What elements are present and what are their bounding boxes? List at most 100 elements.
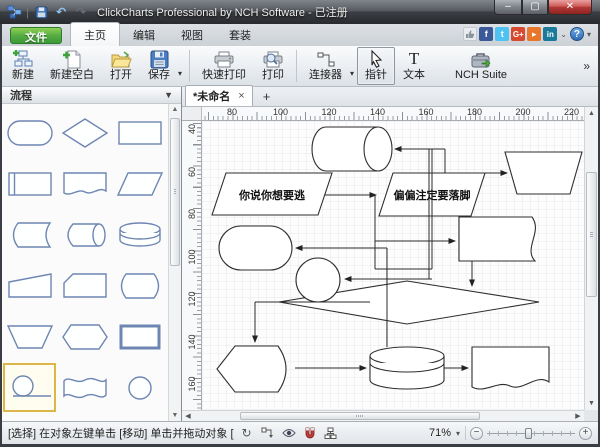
magnet-snap-icon[interactable] (302, 425, 318, 441)
pointer-button[interactable]: 指针 (357, 47, 395, 85)
new-blank-button[interactable]: 新建空白 (42, 47, 102, 85)
app-logo-icon (6, 4, 22, 20)
shape-paper-tape[interactable] (57, 362, 112, 413)
shape-predefined-process[interactable] (2, 158, 57, 209)
shape-card[interactable] (57, 260, 112, 311)
scroll-left-icon[interactable]: ◀ (182, 411, 194, 421)
connector-icon (316, 50, 336, 69)
nch-suite-button-label: NCH Suite (455, 69, 507, 82)
shape-manual-input[interactable] (2, 260, 57, 311)
category-dropdown-icon: ▼ (164, 90, 173, 100)
file-menu-button[interactable]: 文件 (10, 27, 62, 44)
shape-decision[interactable] (57, 107, 112, 158)
loop-icon[interactable]: ↻ (239, 425, 255, 441)
save-dropdown-icon[interactable]: ▾ (178, 55, 185, 78)
print-button[interactable]: 打印 (254, 47, 292, 85)
node-trapezoid[interactable] (505, 152, 582, 194)
node-database[interactable] (370, 347, 444, 389)
v-ruler-label: 140 (187, 333, 197, 351)
thumbs-up-icon[interactable] (463, 27, 477, 41)
node-terminator[interactable] (219, 226, 292, 270)
shape-document[interactable] (57, 158, 112, 209)
scroll-right-icon[interactable]: ▶ (572, 411, 584, 421)
shape-magnetic-disk[interactable] (2, 362, 57, 413)
sidebar-scrollbar[interactable]: ▲ ▼ (168, 104, 181, 421)
social-links: f t G+ ▸ in ⌄ ? ▾ (463, 27, 592, 41)
nch-share-icon[interactable]: ▸ (527, 27, 541, 41)
node-cylinder-horizontal[interactable] (312, 127, 392, 171)
print-button-label: 打印 (262, 69, 284, 82)
sidebar-scroll-thumb[interactable] (170, 118, 180, 266)
shape-terminator[interactable] (2, 107, 57, 158)
close-button[interactable]: ✕ (548, 0, 592, 15)
connector-button[interactable]: 连接器 (301, 47, 350, 85)
node-stored-data[interactable] (459, 217, 535, 261)
horizontal-scroll-thumb[interactable] (240, 412, 480, 420)
shape-bold-process[interactable] (113, 311, 168, 362)
eye-icon[interactable] (281, 425, 297, 441)
shape-connector[interactable] (113, 362, 168, 413)
main-area: 流程 ▼ (2, 87, 598, 421)
help-dropdown-icon[interactable]: ▾ (587, 30, 591, 39)
toolbar-separator (189, 50, 190, 82)
shape-category-header[interactable]: 流程 ▼ (2, 87, 181, 104)
scroll-down-icon[interactable]: ▼ (585, 398, 598, 409)
open-button[interactable]: 打开 (102, 47, 140, 85)
save-quick-icon[interactable] (33, 4, 49, 20)
quick-access-toolbar: | ↶ ↷ (6, 4, 89, 20)
zoom-level-dropdown-icon[interactable]: ▾ (456, 429, 460, 438)
zoom-out-button[interactable]: − (470, 427, 483, 440)
vertical-scroll-thumb[interactable] (586, 172, 597, 297)
document-tab-title: *未命名 (193, 88, 230, 104)
tab-view[interactable]: 视图 (168, 23, 216, 46)
drawing-canvas[interactable]: 你说你想要逃 偏偏注定要落脚 (202, 121, 584, 410)
document-tab-close-icon[interactable]: × (238, 90, 244, 102)
status-separator (465, 426, 466, 440)
tab-home[interactable]: 主页 (70, 22, 120, 46)
maximize-button[interactable]: ▢ (522, 0, 548, 15)
shape-process[interactable] (113, 107, 168, 158)
shape-database[interactable] (113, 209, 168, 260)
connector-route-icon[interactable] (260, 425, 276, 441)
social-dropdown-icon[interactable]: ⌄ (560, 30, 567, 39)
auto-layout-icon[interactable] (323, 425, 339, 441)
v-ruler-label: 60 (187, 163, 197, 181)
scroll-up-icon[interactable]: ▲ (585, 108, 598, 119)
new-button[interactable]: 新建 (4, 47, 42, 85)
horizontal-scrollbar[interactable]: ◀ ▶ (182, 410, 584, 421)
nch-suite-button[interactable]: NCH Suite (447, 47, 515, 85)
zoom-slider-thumb[interactable] (525, 428, 532, 439)
vertical-scrollbar[interactable]: ▲ ▼ (584, 107, 598, 410)
undo-icon[interactable]: ↶ (53, 4, 69, 20)
facebook-icon[interactable]: f (479, 27, 493, 41)
linkedin-icon[interactable]: in (543, 27, 557, 41)
scroll-up-icon[interactable]: ▲ (169, 104, 181, 115)
node-connector-circle[interactable] (296, 258, 340, 302)
googleplus-icon[interactable]: G+ (511, 27, 525, 41)
quick-print-button[interactable]: 快速打印 (194, 47, 254, 85)
document-tab[interactable]: *未命名 × (185, 85, 253, 106)
tab-suite[interactable]: 套装 (216, 23, 264, 46)
redo-icon[interactable]: ↷ (73, 4, 89, 20)
connector-button-label: 连接器 (309, 69, 342, 82)
zoom-in-button[interactable]: + (579, 427, 592, 440)
help-icon[interactable]: ? (570, 27, 584, 41)
text-button[interactable]: T 文本 (395, 47, 433, 85)
shape-manual-operation[interactable] (2, 311, 57, 362)
h-ruler-label: 100 (273, 107, 288, 117)
shape-delay[interactable] (113, 260, 168, 311)
connector-dropdown-icon[interactable]: ▾ (350, 55, 357, 78)
new-document-tab-button[interactable]: + (255, 88, 279, 106)
toolbar-overflow-chevron[interactable]: » (577, 59, 596, 73)
shape-direct-access-storage[interactable] (57, 209, 112, 260)
twitter-icon[interactable]: t (495, 27, 509, 41)
save-button[interactable]: 保存 (140, 47, 178, 85)
minimize-button[interactable]: – (494, 0, 522, 15)
node-label-1: 你说你想要逃 (238, 188, 306, 202)
shape-data[interactable] (113, 158, 168, 209)
shape-stored-data[interactable] (2, 209, 57, 260)
shape-preparation[interactable] (57, 311, 112, 362)
tab-edit[interactable]: 编辑 (120, 23, 168, 46)
scroll-down-icon[interactable]: ▼ (169, 410, 181, 421)
zoom-slider[interactable] (487, 427, 575, 440)
